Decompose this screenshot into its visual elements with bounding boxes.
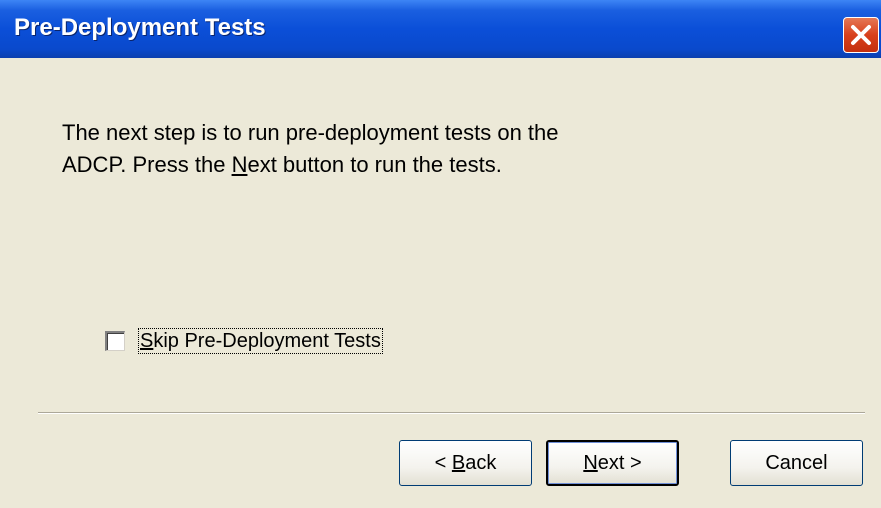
- close-button[interactable]: [843, 17, 879, 53]
- instruction-text-end: button to run the tests.: [276, 152, 502, 177]
- window-title: Pre-Deployment Tests: [14, 14, 266, 41]
- next-button-accelerator: N: [583, 451, 598, 474]
- separator-line: [38, 412, 865, 414]
- next-button[interactable]: Next >: [546, 440, 679, 486]
- back-button[interactable]: < Back: [399, 440, 532, 486]
- next-label-rest: ext >: [597, 451, 642, 474]
- instruction-text-mid: ext: [247, 152, 277, 177]
- close-icon: [851, 25, 871, 45]
- cancel-label: Cancel: [765, 451, 828, 474]
- dialog-window: Pre-Deployment Tests The next step is to…: [0, 0, 881, 508]
- back-label-rest: ack: [465, 451, 497, 474]
- skip-tests-checkbox[interactable]: [105, 331, 125, 351]
- skip-tests-label[interactable]: Skip Pre-Deployment Tests: [138, 328, 383, 354]
- skip-tests-checkbox-row[interactable]: Skip Pre-Deployment Tests: [105, 326, 383, 356]
- cancel-button[interactable]: Cancel: [730, 440, 863, 486]
- back-prefix: <: [434, 451, 452, 474]
- skip-tests-label-text: kip Pre-Deployment Tests: [153, 330, 381, 352]
- instruction-text: The next step is to run pre-deployment t…: [62, 117, 622, 181]
- title-bar[interactable]: Pre-Deployment Tests: [0, 0, 881, 58]
- skip-accelerator: S: [140, 330, 154, 352]
- next-accelerator: N: [231, 152, 248, 177]
- back-accelerator: B: [451, 451, 466, 474]
